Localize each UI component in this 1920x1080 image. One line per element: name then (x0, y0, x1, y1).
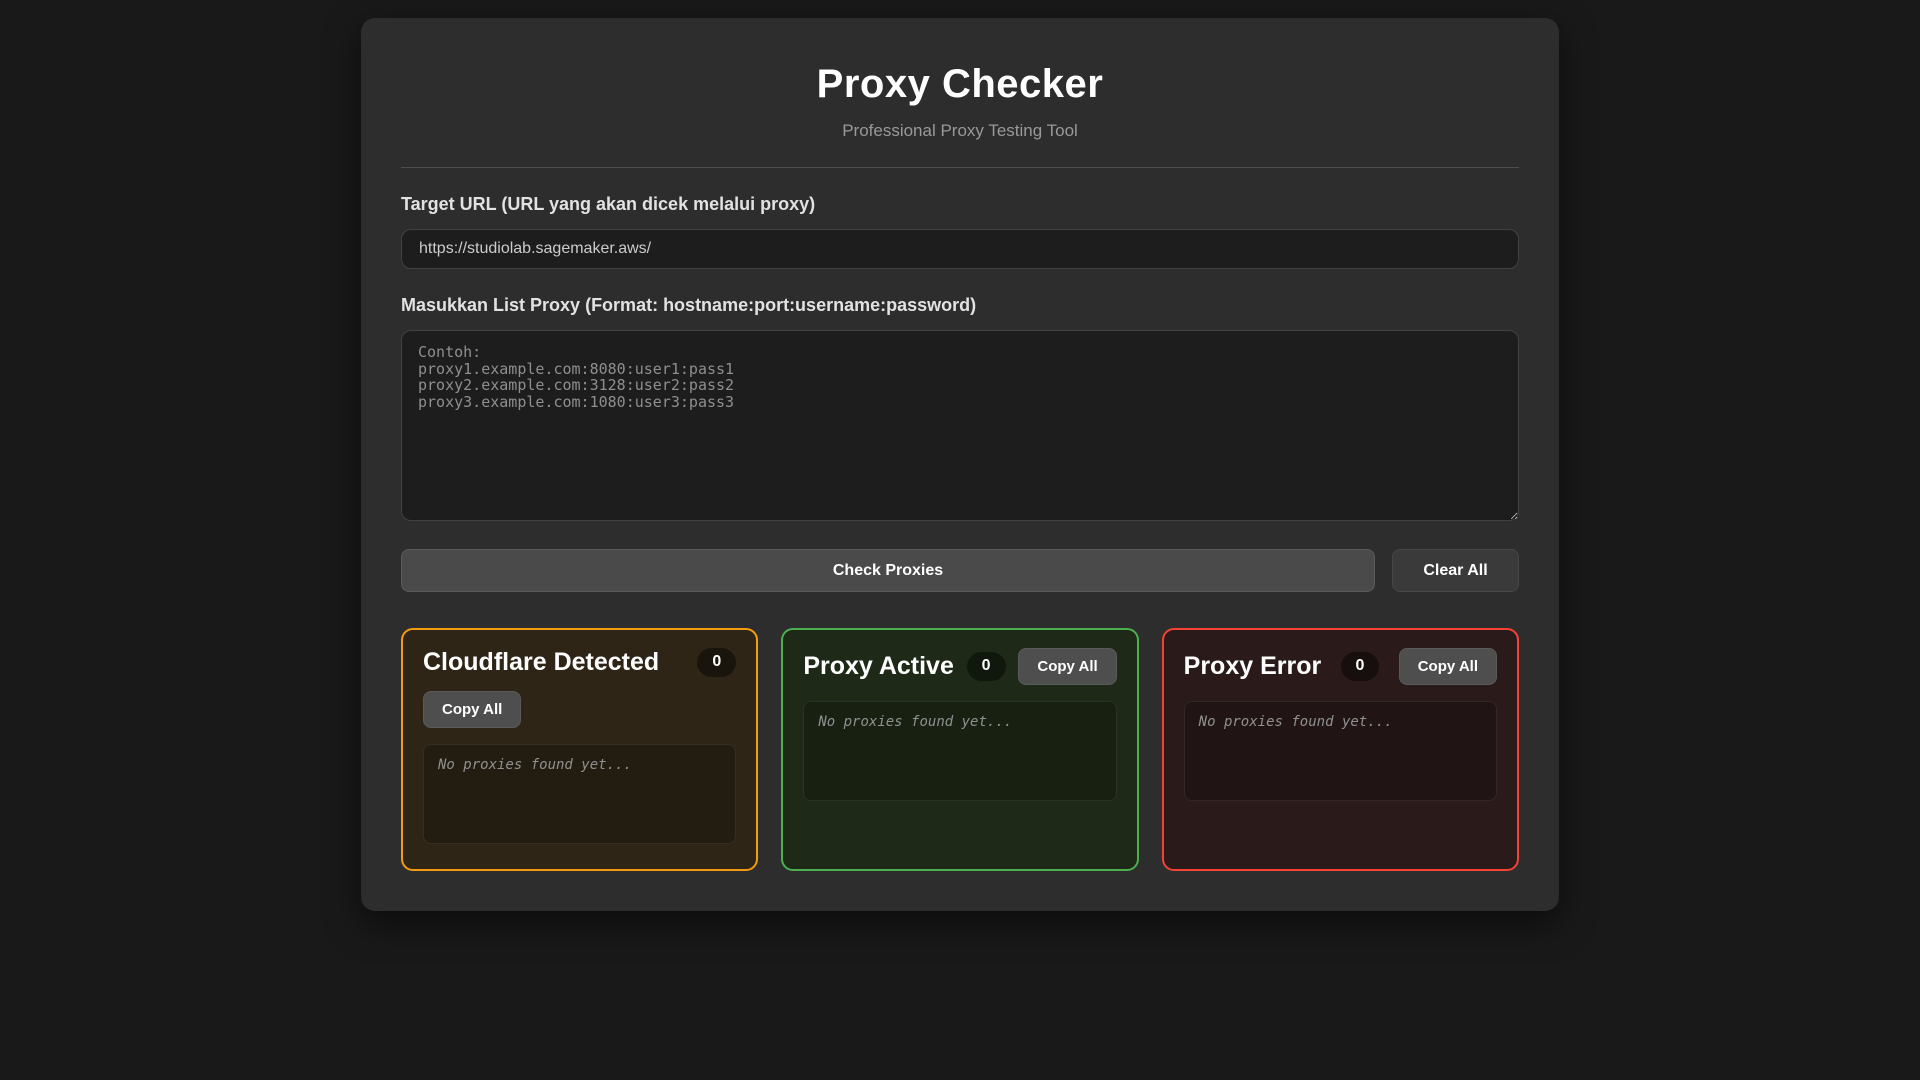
card-header: Proxy Active 0 Copy All (803, 648, 1117, 685)
check-proxies-button[interactable]: Check Proxies (401, 549, 1375, 592)
proxy-list-textarea[interactable] (401, 330, 1519, 521)
proxy-checker-panel: Proxy Checker Professional Proxy Testing… (361, 18, 1559, 911)
action-button-row: Check Proxies Clear All (401, 549, 1519, 592)
count-badge: 0 (697, 648, 737, 677)
card-title: Cloudflare Detected (423, 648, 660, 676)
card-header: Proxy Error 0 Copy All (1184, 648, 1497, 685)
copy-all-button[interactable]: Copy All (1398, 648, 1497, 685)
active-results-textarea[interactable] (803, 701, 1117, 801)
page-title: Proxy Checker (816, 62, 1104, 106)
count-badge: 0 (966, 652, 1006, 681)
results-row: Cloudflare Detected 0 Copy All Proxy Act… (401, 628, 1519, 871)
card-title: Proxy Error (1183, 652, 1322, 680)
proxy-active-card: Proxy Active 0 Copy All (781, 628, 1139, 871)
card-header: Cloudflare Detected 0 (423, 648, 737, 677)
target-url-input[interactable] (401, 229, 1519, 269)
error-results-textarea[interactable] (1183, 701, 1497, 801)
target-url-label: Target URL (URL yang akan dicek melalui … (401, 194, 816, 214)
page-subtitle: Professional Proxy Testing Tool (842, 121, 1078, 140)
proxy-list-label: Masukkan List Proxy (Format: hostname:po… (401, 295, 977, 315)
count-badge: 0 (1340, 652, 1380, 681)
copy-all-button[interactable]: Copy All (1018, 648, 1117, 685)
clear-all-button[interactable]: Clear All (1392, 549, 1519, 592)
cloudflare-detected-card: Cloudflare Detected 0 Copy All (401, 628, 759, 871)
copy-all-button[interactable]: Copy All (423, 691, 522, 728)
card-title: Proxy Active (803, 652, 954, 680)
proxy-error-card: Proxy Error 0 Copy All (1161, 628, 1519, 871)
header-divider (401, 167, 1519, 168)
cloudflare-results-textarea[interactable] (423, 744, 737, 844)
